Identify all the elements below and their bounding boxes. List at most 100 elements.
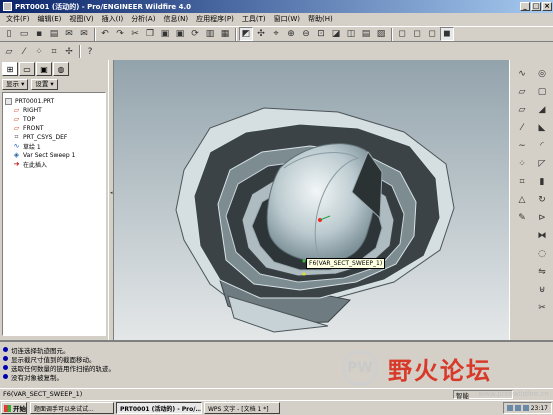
show-dropdown[interactable]: 显示 ▾ bbox=[2, 79, 29, 90]
no-hidden-icon[interactable]: ◻ bbox=[425, 27, 439, 41]
hole-icon[interactable]: ◎ bbox=[535, 66, 549, 81]
email-icon[interactable]: ✉ bbox=[62, 27, 76, 41]
save-icon[interactable]: ▪ bbox=[32, 27, 46, 41]
menu-info[interactable]: 信息(N) bbox=[159, 14, 192, 24]
taskbar-item-browser[interactable]: 题面调手可以来试试... bbox=[30, 402, 114, 414]
orient-icon[interactable]: ◩ bbox=[239, 27, 253, 41]
tree-item-front[interactable]: ▱ FRONT bbox=[5, 124, 105, 133]
revolve-icon[interactable]: ↻ bbox=[535, 192, 549, 207]
tree-item-top[interactable]: ▱ TOP bbox=[5, 115, 105, 124]
tree-item-insert-here[interactable]: ➔ 在此插入 bbox=[5, 160, 105, 170]
menu-help[interactable]: 帮助(H) bbox=[304, 14, 337, 24]
paste-special-icon[interactable]: ▣ bbox=[173, 27, 187, 41]
trim-icon[interactable]: ✂ bbox=[535, 300, 549, 315]
merge-icon[interactable]: ⊎ bbox=[535, 282, 549, 297]
tree-item-csys[interactable]: ⌗ PRT_CSYS_DEF bbox=[5, 133, 105, 142]
menu-analysis[interactable]: 分析(A) bbox=[127, 14, 159, 24]
rib-icon[interactable]: ◢ bbox=[535, 102, 549, 117]
refit-icon[interactable]: ⌖ bbox=[269, 27, 283, 41]
style-icon[interactable]: ◌ bbox=[535, 246, 549, 261]
selection-filter-icon[interactable]: ▦ bbox=[218, 27, 232, 41]
find-icon[interactable]: ▥ bbox=[203, 27, 217, 41]
draft-icon[interactable]: ◣ bbox=[535, 120, 549, 135]
tray-icon[interactable] bbox=[506, 405, 513, 411]
undo-icon[interactable]: ↶ bbox=[98, 27, 112, 41]
open-file-icon[interactable]: ▭ bbox=[17, 27, 31, 41]
taskbar-item-wps[interactable]: WPS 文字 - [文档 1 *] bbox=[204, 402, 280, 414]
context-help-icon[interactable]: ? bbox=[83, 45, 97, 59]
datum-plane-display-icon[interactable]: ▱ bbox=[2, 45, 16, 59]
regenerate-icon[interactable]: ⟳ bbox=[188, 27, 202, 41]
saved-views-icon[interactable]: ◫ bbox=[344, 27, 358, 41]
settings-dropdown[interactable]: 设置 ▾ bbox=[31, 79, 58, 90]
variable-sweep-icon[interactable]: ⊳ bbox=[535, 210, 549, 225]
analysis-feature-icon[interactable]: △ bbox=[515, 192, 529, 207]
hidden-line-icon[interactable]: ◻ bbox=[410, 27, 424, 41]
start-button[interactable]: 开始 bbox=[1, 402, 27, 414]
new-file-icon[interactable]: ▯ bbox=[2, 27, 16, 41]
round-icon[interactable]: ◜ bbox=[535, 138, 549, 153]
tray-icon[interactable] bbox=[514, 405, 521, 411]
menu-applications[interactable]: 应用程序(P) bbox=[192, 14, 238, 24]
tree-item-label: Var Sect Sweep 1 bbox=[23, 152, 76, 159]
menu-window[interactable]: 窗口(W) bbox=[270, 14, 304, 24]
watermark-logo: PW bbox=[342, 350, 378, 386]
shading-icon[interactable]: ◼ bbox=[440, 27, 454, 41]
sweep-model bbox=[175, 107, 455, 333]
zoom-fit-icon[interactable]: ⊡ bbox=[314, 27, 328, 41]
folder-browser-tab-icon[interactable]: ▭ bbox=[19, 62, 35, 76]
collapse-arrow-icon[interactable]: ◂ bbox=[110, 190, 113, 196]
wireframe-icon[interactable]: ◻ bbox=[395, 27, 409, 41]
tree-item-root[interactable]: PRT0001.PRT bbox=[5, 97, 105, 106]
datum-axis-display-icon[interactable]: ⁄ bbox=[17, 45, 31, 59]
layers-icon[interactable]: ▤ bbox=[359, 27, 373, 41]
extrude-icon[interactable]: ▮ bbox=[535, 174, 549, 189]
datum-plane-icon[interactable]: ▱ bbox=[515, 84, 529, 99]
cut-icon[interactable]: ✂ bbox=[128, 27, 142, 41]
shell-icon[interactable]: ▢ bbox=[535, 84, 549, 99]
menu-edit[interactable]: 编辑(E) bbox=[34, 14, 66, 24]
taskbar-item-proe[interactable]: PRT0001 (活动的) - Pro/... bbox=[116, 402, 202, 414]
tree-item-right[interactable]: ▱ RIGHT bbox=[5, 106, 105, 115]
datum-on-the-fly-icon[interactable]: ∿ bbox=[515, 66, 529, 81]
tree-item-var-sect-sweep[interactable]: ◈ Var Sect Sweep 1 bbox=[5, 151, 105, 160]
paste-icon[interactable]: ▣ bbox=[158, 27, 172, 41]
chamfer-icon[interactable]: ◸ bbox=[535, 156, 549, 171]
datum-curve-icon[interactable]: ∼ bbox=[515, 138, 529, 153]
close-button[interactable]: × bbox=[542, 2, 552, 11]
print-icon[interactable]: ▤ bbox=[47, 27, 61, 41]
info-icon bbox=[3, 347, 8, 352]
spin-center-icon[interactable]: ✣ bbox=[254, 27, 268, 41]
menu-insert[interactable]: 插入(I) bbox=[98, 14, 128, 24]
zoom-in-icon[interactable]: ⊕ bbox=[284, 27, 298, 41]
minimize-button[interactable]: _ bbox=[520, 2, 530, 11]
copy-icon[interactable]: ❐ bbox=[143, 27, 157, 41]
menu-tools[interactable]: 工具(T) bbox=[238, 14, 270, 24]
menu-view[interactable]: 视图(V) bbox=[65, 14, 97, 24]
blend-icon[interactable]: ⧓ bbox=[535, 228, 549, 243]
view-manager-icon[interactable]: ▨ bbox=[374, 27, 388, 41]
favorites-tab-icon[interactable]: ▣ bbox=[36, 62, 52, 76]
tree-item-sketch[interactable]: ∿ 草绘 1 bbox=[5, 142, 105, 152]
window-title: PRT0001 (活动的) - Pro/ENGINEER Wildfire 4.… bbox=[15, 2, 192, 11]
redo-icon[interactable]: ↷ bbox=[113, 27, 127, 41]
datum-plane-icon: ▱ bbox=[13, 124, 20, 132]
connections-tab-icon[interactable]: ◍ bbox=[53, 62, 69, 76]
graphics-window[interactable]: F6(VAR_SECT_SWEEP_1) bbox=[114, 60, 509, 340]
model-tree-tab-icon[interactable]: ⊞ bbox=[2, 62, 18, 76]
datum-axis-icon[interactable]: ⁄ bbox=[515, 120, 529, 135]
sketch-tool-icon[interactable]: ✎ bbox=[515, 210, 529, 225]
tray-icon[interactable] bbox=[522, 405, 529, 411]
reorient-icon[interactable]: ◪ bbox=[329, 27, 343, 41]
maximize-button[interactable]: □ bbox=[531, 2, 541, 11]
csys-tool-icon[interactable]: ⌗ bbox=[515, 174, 529, 189]
datum-plane-tool-icon[interactable]: ▱ bbox=[515, 102, 529, 117]
mirror-icon[interactable]: ⇋ bbox=[535, 264, 549, 279]
spin-center-display-icon[interactable]: ✢ bbox=[62, 45, 76, 59]
csys-display-icon[interactable]: ⌗ bbox=[47, 45, 61, 59]
email-link-icon[interactable]: ✉ bbox=[77, 27, 91, 41]
zoom-out-icon[interactable]: ⊖ bbox=[299, 27, 313, 41]
datum-point-display-icon[interactable]: ⁘ bbox=[32, 45, 46, 59]
menu-file[interactable]: 文件(F) bbox=[2, 14, 34, 24]
datum-point-icon[interactable]: ⁘ bbox=[515, 156, 529, 171]
